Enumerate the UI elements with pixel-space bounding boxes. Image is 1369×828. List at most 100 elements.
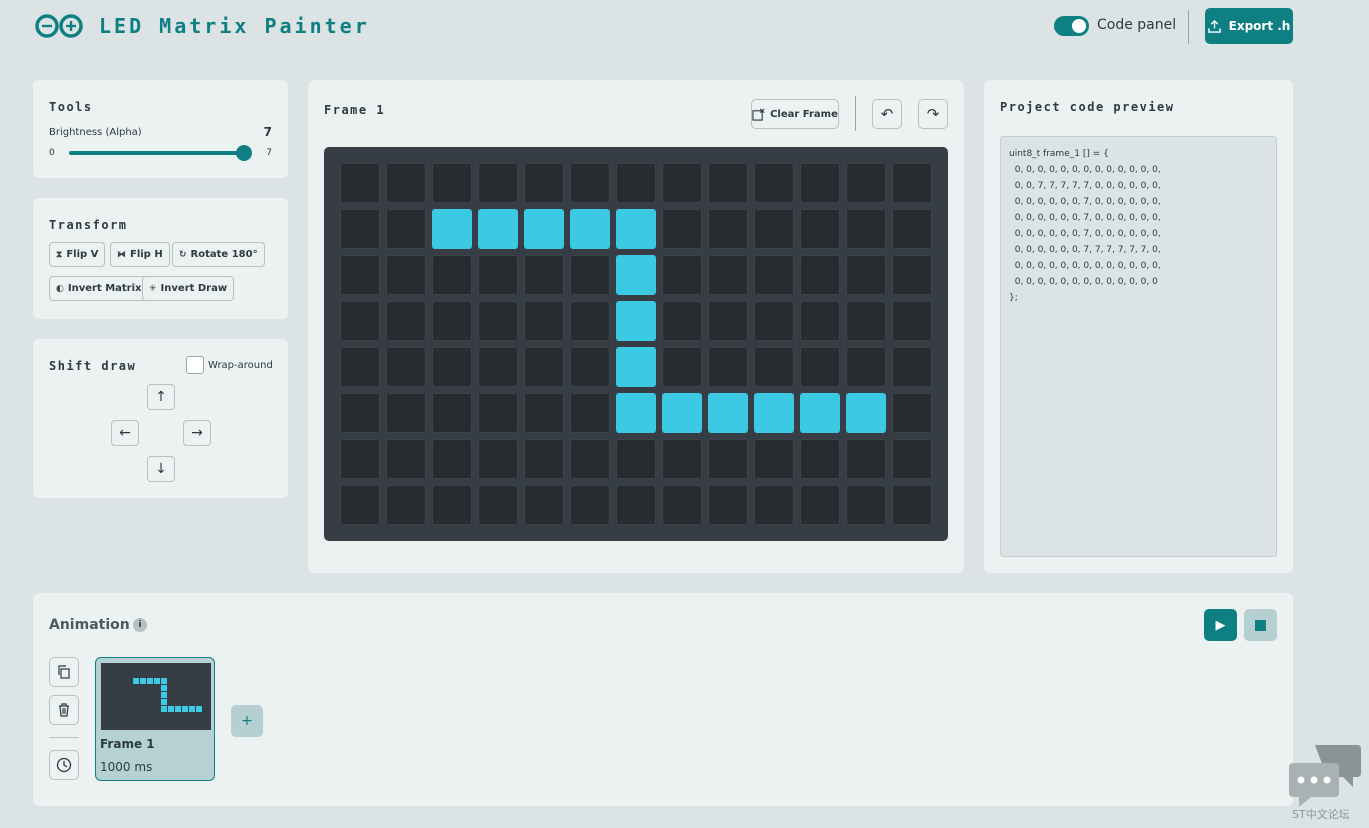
redo-button[interactable]: ↷	[918, 99, 948, 129]
led-cell[interactable]	[432, 209, 472, 249]
led-cell[interactable]	[386, 163, 426, 203]
led-cell[interactable]	[570, 163, 610, 203]
led-cell[interactable]	[340, 393, 380, 433]
led-cell[interactable]	[662, 439, 702, 479]
led-cell[interactable]	[662, 485, 702, 525]
led-cell[interactable]	[570, 255, 610, 295]
led-cell[interactable]	[616, 255, 656, 295]
led-cell[interactable]	[478, 347, 518, 387]
led-cell[interactable]	[478, 301, 518, 341]
flip-h-button[interactable]: ⧓ Flip H	[110, 242, 170, 267]
led-cell[interactable]	[846, 439, 886, 479]
led-cell[interactable]	[846, 393, 886, 433]
led-cell[interactable]	[432, 347, 472, 387]
led-cell[interactable]	[340, 347, 380, 387]
led-cell[interactable]	[570, 347, 610, 387]
led-cell[interactable]	[478, 485, 518, 525]
led-cell[interactable]	[754, 393, 794, 433]
led-cell[interactable]	[478, 255, 518, 295]
led-cell[interactable]	[800, 347, 840, 387]
led-cell[interactable]	[432, 301, 472, 341]
led-cell[interactable]	[708, 393, 748, 433]
led-cell[interactable]	[662, 393, 702, 433]
shift-left-button[interactable]: ←	[111, 420, 139, 446]
led-cell[interactable]	[386, 347, 426, 387]
flip-v-button[interactable]: ⧗ Flip V	[49, 242, 106, 267]
wrap-around-checkbox[interactable]	[186, 356, 204, 374]
led-cell[interactable]	[386, 393, 426, 433]
export-button[interactable]: Export .h	[1205, 8, 1293, 44]
led-cell[interactable]	[524, 209, 564, 249]
led-cell[interactable]	[432, 485, 472, 525]
led-cell[interactable]	[432, 255, 472, 295]
led-cell[interactable]	[708, 255, 748, 295]
led-cell[interactable]	[570, 393, 610, 433]
led-cell[interactable]	[386, 255, 426, 295]
led-cell[interactable]	[524, 439, 564, 479]
led-cell[interactable]	[524, 347, 564, 387]
led-cell[interactable]	[432, 393, 472, 433]
led-cell[interactable]	[570, 301, 610, 341]
led-cell[interactable]	[754, 255, 794, 295]
led-cell[interactable]	[340, 485, 380, 525]
led-cell[interactable]	[846, 163, 886, 203]
undo-button[interactable]: ↶	[872, 99, 902, 129]
play-button[interactable]: ▶	[1204, 609, 1237, 641]
led-cell[interactable]	[754, 209, 794, 249]
rotate-button[interactable]: ↻ Rotate 180°	[172, 242, 265, 267]
brightness-slider-thumb[interactable]	[236, 145, 252, 161]
led-cell[interactable]	[616, 163, 656, 203]
delete-frame-button[interactable]	[49, 695, 79, 725]
led-cell[interactable]	[386, 209, 426, 249]
clear-frame-button[interactable]: Clear Frame	[751, 99, 839, 129]
led-cell[interactable]	[570, 209, 610, 249]
led-cell[interactable]	[662, 347, 702, 387]
led-cell[interactable]	[478, 209, 518, 249]
led-cell[interactable]	[892, 485, 932, 525]
led-cell[interactable]	[570, 439, 610, 479]
shift-right-button[interactable]: →	[183, 420, 211, 446]
led-cell[interactable]	[754, 301, 794, 341]
led-cell[interactable]	[892, 209, 932, 249]
shift-up-button[interactable]: ↑	[147, 384, 175, 410]
led-cell[interactable]	[340, 439, 380, 479]
led-cell[interactable]	[662, 209, 702, 249]
led-cell[interactable]	[616, 347, 656, 387]
led-cell[interactable]	[616, 209, 656, 249]
led-cell[interactable]	[524, 255, 564, 295]
led-cell[interactable]	[846, 347, 886, 387]
led-cell[interactable]	[800, 301, 840, 341]
led-cell[interactable]	[892, 301, 932, 341]
led-cell[interactable]	[340, 255, 380, 295]
led-cell[interactable]	[754, 485, 794, 525]
led-cell[interactable]	[800, 163, 840, 203]
add-frame-button[interactable]: +	[231, 705, 263, 737]
led-cell[interactable]	[800, 255, 840, 295]
brightness-slider-track[interactable]	[69, 151, 244, 155]
led-cell[interactable]	[800, 485, 840, 525]
led-cell[interactable]	[708, 301, 748, 341]
led-cell[interactable]	[616, 485, 656, 525]
led-cell[interactable]	[386, 485, 426, 525]
led-cell[interactable]	[386, 301, 426, 341]
invert-matrix-button[interactable]: ◐ Invert Matrix	[49, 276, 149, 301]
led-cell[interactable]	[432, 163, 472, 203]
code-preview-text[interactable]: uint8_t frame_1 [] = { 0, 0, 0, 0, 0, 0,…	[1000, 136, 1277, 557]
led-cell[interactable]	[800, 439, 840, 479]
info-icon[interactable]: i	[133, 618, 147, 632]
frame-card[interactable]: Frame 1 1000 ms	[95, 657, 215, 781]
led-cell[interactable]	[524, 163, 564, 203]
led-cell[interactable]	[432, 439, 472, 479]
shift-down-button[interactable]: ↓	[147, 456, 175, 482]
led-cell[interactable]	[846, 301, 886, 341]
led-cell[interactable]	[892, 255, 932, 295]
duplicate-frame-button[interactable]	[49, 657, 79, 687]
invert-draw-button[interactable]: ✳ Invert Draw	[142, 276, 235, 301]
led-cell[interactable]	[616, 301, 656, 341]
led-cell[interactable]	[340, 301, 380, 341]
code-panel-toggle[interactable]	[1054, 16, 1089, 36]
led-cell[interactable]	[478, 163, 518, 203]
led-cell[interactable]	[616, 393, 656, 433]
led-cell[interactable]	[478, 439, 518, 479]
led-cell[interactable]	[662, 301, 702, 341]
